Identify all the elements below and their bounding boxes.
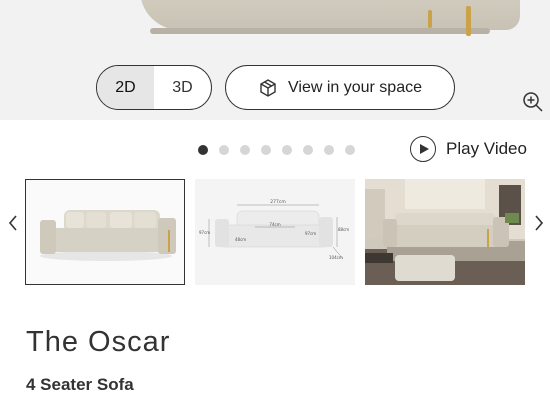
dim-arm-width: 97cm: [305, 231, 316, 236]
zoom-in-icon: [523, 92, 543, 112]
zoom-in-button[interactable]: [519, 88, 547, 116]
product-subtitle: 4 Seater Sofa: [26, 375, 134, 394]
dim-seat-height: 48cm: [235, 237, 246, 242]
view-3d-label: 3D: [172, 78, 193, 96]
carousel-dot[interactable]: [345, 145, 355, 155]
carousel-dot[interactable]: [324, 145, 334, 155]
thumbnail-sofa-room[interactable]: [365, 179, 525, 285]
sofa-image-leg: [428, 10, 432, 28]
play-video-label: Play Video: [446, 139, 527, 158]
sofa-image-base: [150, 28, 490, 34]
sofa-image-body: [140, 0, 520, 30]
dim-width-top: 277cm: [270, 199, 285, 205]
dim-height-left: 97cm: [199, 230, 210, 235]
carousel-dots: [198, 145, 355, 155]
carousel-dot[interactable]: [240, 145, 250, 155]
chevron-left-icon[interactable]: [6, 214, 20, 232]
play-icon: [410, 136, 436, 162]
view-in-your-space-button[interactable]: View in your space: [225, 65, 455, 110]
sofa-image-leg: [466, 6, 471, 36]
dim-depth-bottom: 104cm: [329, 255, 343, 260]
product-title: The Oscar: [26, 326, 171, 358]
dim-seat-width: 74cm: [269, 222, 280, 227]
carousel-dot[interactable]: [219, 145, 229, 155]
carousel-dot[interactable]: [282, 145, 292, 155]
cube-icon: [260, 78, 276, 97]
view-3d-button[interactable]: 3D: [154, 66, 211, 109]
play-video-button[interactable]: Play Video: [410, 136, 527, 162]
thumbnail-sofa-front[interactable]: [25, 179, 185, 285]
thumbnail-sofa-dimensions[interactable]: 277cm 97cm 88cm 74cm 97cm 48cm 104cm: [195, 179, 355, 285]
carousel-dot[interactable]: [198, 145, 208, 155]
dim-depth-right: 88cm: [338, 227, 349, 232]
view-in-your-space-label: View in your space: [288, 78, 422, 96]
carousel-dot[interactable]: [261, 145, 271, 155]
chevron-right-icon[interactable]: [532, 214, 546, 232]
sofa-dimensions-image: 277cm 97cm 88cm 74cm 97cm 48cm 104cm: [195, 179, 355, 285]
sofa-front-image: [26, 180, 184, 284]
view-mode-toggle: 2D 3D: [96, 65, 212, 110]
sofa-room-image: [365, 179, 525, 285]
view-2d-button[interactable]: 2D: [97, 66, 154, 109]
carousel-dot[interactable]: [303, 145, 313, 155]
view-2d-label: 2D: [115, 78, 136, 96]
